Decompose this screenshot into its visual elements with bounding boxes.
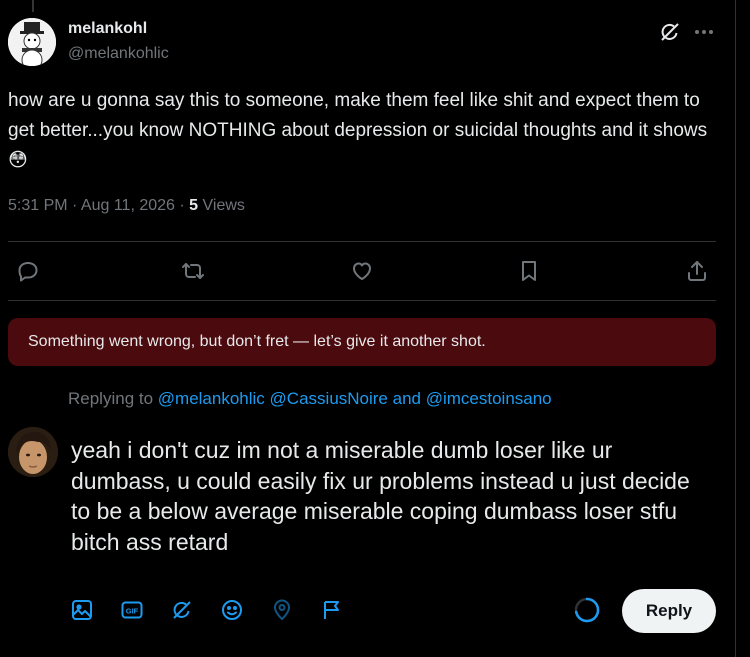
views-count: 5 [189, 197, 199, 214]
mention-link[interactable]: @imcestoinsano [426, 389, 552, 408]
flag-icon[interactable] [318, 596, 346, 624]
grok-icon[interactable] [168, 596, 196, 624]
views-label: Views [198, 197, 245, 214]
error-banner-text: Something went wrong, but don’t fret — l… [28, 333, 486, 350]
author-handle[interactable]: @melankohlic [68, 45, 169, 63]
reply-icon[interactable] [13, 256, 43, 286]
grok-icon[interactable] [658, 20, 682, 44]
bookmark-icon[interactable] [514, 256, 544, 286]
tweet-meta: 5:31 PM · Aug 11, 2026 · 5 Views [8, 197, 245, 215]
divider [8, 241, 716, 242]
tweet-text: how are u gonna say this to someone, mak… [8, 90, 708, 171]
like-icon[interactable] [347, 256, 377, 286]
thread-connector-line [32, 0, 34, 12]
scrollbar-gutter [735, 0, 750, 657]
media-icon[interactable] [68, 596, 96, 624]
share-icon[interactable] [682, 256, 712, 286]
replying-to: Replying to @melankohlic @CassiusNoire a… [68, 389, 552, 409]
author-avatar[interactable] [8, 18, 56, 66]
gif-icon[interactable]: GIF [118, 596, 146, 624]
user-avatar[interactable] [8, 427, 58, 477]
and-text[interactable]: and [388, 389, 426, 408]
emoji-icon[interactable] [218, 596, 246, 624]
reply-button[interactable]: Reply [622, 589, 716, 633]
gif-label: GIF [126, 607, 139, 616]
mention-link[interactable]: @melankohlic [158, 389, 265, 408]
reply-draft-text[interactable]: yeah i don't cuz im not a miserable dumb… [71, 435, 711, 557]
mention-link[interactable]: @CassiusNoire [270, 389, 388, 408]
author-name[interactable]: melankohl [68, 20, 147, 38]
replying-prefix: Replying to [68, 389, 158, 408]
more-icon[interactable] [692, 20, 716, 44]
error-banner: Something went wrong, but don’t fret — l… [8, 318, 716, 366]
divider [8, 300, 716, 301]
progress-spinner [574, 597, 600, 623]
tweet-timestamp[interactable]: 5:31 PM · Aug 11, 2026 · [8, 197, 189, 214]
location-icon[interactable] [268, 596, 296, 624]
retweet-icon[interactable] [178, 256, 208, 286]
